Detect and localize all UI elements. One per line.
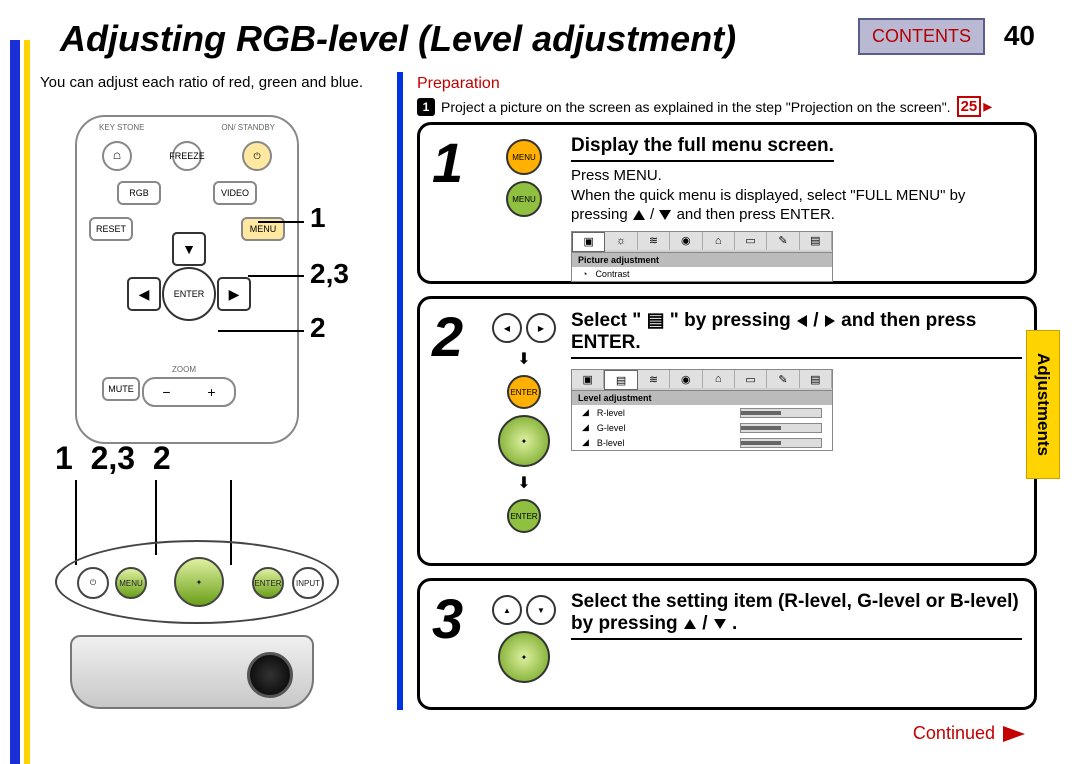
dpad-right-icon: ▶ bbox=[217, 277, 251, 311]
enter-button-icon: ENTER bbox=[507, 375, 541, 409]
oval-lbl-1: 1 bbox=[55, 440, 73, 476]
menu-button-icon: MENU bbox=[506, 139, 542, 175]
panel-btn-power: ⏻ bbox=[77, 567, 109, 599]
preparation-text: Project a picture on the screen as expla… bbox=[441, 99, 951, 115]
remote-btn-freeze: FREEZE bbox=[172, 141, 202, 171]
remote-zoom-bar: −+ bbox=[142, 377, 236, 407]
step3-title: Select the setting item (R-level, G-leve… bbox=[571, 591, 1022, 640]
oval-line-1 bbox=[75, 480, 77, 565]
osd2-active-tab: ▤ bbox=[604, 370, 637, 390]
step-1: 1 MENU MENU Display the full menu screen… bbox=[417, 122, 1037, 284]
enter-button-green-icon: ENTER bbox=[507, 499, 541, 533]
triangle-down-icon bbox=[659, 210, 671, 220]
preparation-row: 1 Project a picture on the screen as exp… bbox=[417, 96, 992, 117]
continued-indicator[interactable]: Continued bbox=[913, 723, 1025, 744]
osd-preview-2: ▣▤ ≋◉ ⌂▭✎▤ Level adjustment ◢R-level ◢G-… bbox=[571, 369, 833, 451]
osd1-header: Picture adjustment bbox=[572, 253, 832, 267]
step-number-3: 3 bbox=[432, 591, 477, 693]
remote-illustration: KEY STONE ON/ STANDBY ☖ FREEZE ⏻ RGB VID… bbox=[75, 115, 299, 444]
dpad-down-icon: ▼ bbox=[172, 232, 206, 266]
continued-label: Continued bbox=[913, 723, 995, 744]
left-stripe bbox=[10, 0, 30, 764]
osd-tab-icon: ▣ bbox=[572, 232, 605, 252]
triangle-up-icon-2 bbox=[684, 619, 696, 629]
step1-line1: Press MENU. bbox=[571, 167, 662, 184]
up-button-icon: ▲ bbox=[492, 595, 522, 625]
remote-btn-rgb: RGB bbox=[117, 181, 161, 205]
step-3: 3 ▲ ▼ ✦ Select the setting item (R-level… bbox=[417, 578, 1037, 710]
projector-illustration bbox=[70, 635, 314, 709]
osd2-row-r: R-level bbox=[597, 408, 625, 418]
pointer-line-1 bbox=[258, 221, 304, 223]
left-button-icon: ◀ bbox=[492, 313, 522, 343]
slider-icon bbox=[740, 408, 822, 418]
oval-lbl-2: 2 bbox=[153, 440, 171, 476]
pointer-lbl-2: 2 bbox=[310, 312, 326, 344]
step1-line2b: / bbox=[650, 206, 658, 223]
vertical-separator bbox=[397, 72, 403, 710]
oval-lbl-23: 2,3 bbox=[91, 440, 135, 476]
projector-top-panel: ⏻ MENU ✦ ENTER INPUT bbox=[55, 540, 339, 624]
dpad-left-icon: ◀ bbox=[127, 277, 161, 311]
slider-icon bbox=[740, 423, 822, 433]
step-2: 2 ◀ ▶ ⬇ ENTER ✦ ⬇ ENTER Select " ▤ " by … bbox=[417, 296, 1037, 566]
nav-pad-icon-2: ✦ bbox=[498, 631, 550, 683]
remote-label-zoom: ZOOM bbox=[172, 365, 196, 374]
remote-label-keystone: KEY STONE bbox=[99, 123, 145, 132]
pointer-line-2 bbox=[218, 330, 304, 332]
nav-pad-icon: ✦ bbox=[498, 415, 550, 467]
triangle-left-icon bbox=[797, 315, 807, 327]
remote-btn-mute: MUTE bbox=[102, 377, 140, 401]
contents-button[interactable]: CONTENTS bbox=[858, 18, 985, 55]
panel-nav-pad: ✦ bbox=[174, 557, 224, 607]
remote-dpad: ▲ ▼ ◀ ▶ ENTER bbox=[127, 232, 247, 352]
continued-arrow-icon bbox=[1003, 726, 1025, 742]
osd2-row-b: B-level bbox=[597, 438, 625, 448]
remote-label-standby: ON/ STANDBY bbox=[221, 123, 275, 132]
page-reference[interactable]: 25 ▸ bbox=[957, 96, 993, 117]
triangle-right-icon bbox=[825, 315, 835, 327]
menu-button-icon-green: MENU bbox=[506, 181, 542, 217]
section-tab-adjustments[interactable]: Adjustments bbox=[1026, 330, 1060, 479]
panel-btn-enter: ENTER bbox=[252, 567, 284, 599]
osd2-header: Level adjustment bbox=[572, 391, 832, 405]
osd-preview-1: ▣ ☼≋◉ ⌂▭✎▤ Picture adjustment ◔Contrast bbox=[571, 231, 833, 282]
down-arrow-icon-2: ⬇ bbox=[517, 473, 530, 493]
preparation-label: Preparation bbox=[417, 75, 500, 93]
remote-btn-keystone: ☖ bbox=[102, 141, 132, 171]
preparation-bullet: 1 bbox=[417, 98, 435, 116]
osd1-row-contrast: Contrast bbox=[595, 269, 629, 279]
right-button-icon: ▶ bbox=[526, 313, 556, 343]
projector-lens-icon bbox=[247, 652, 293, 698]
panel-btn-menu: MENU bbox=[115, 567, 147, 599]
triangle-up-icon bbox=[633, 210, 645, 220]
step1-line2c: and then press ENTER. bbox=[677, 206, 835, 223]
pointer-line-23 bbox=[248, 275, 304, 277]
page-title: Adjusting RGB-level (Level adjustment) bbox=[60, 18, 736, 60]
panel-btn-input: INPUT bbox=[292, 567, 324, 599]
step-number-2: 2 bbox=[432, 309, 477, 549]
pointer-lbl-23: 2,3 bbox=[310, 258, 349, 290]
remote-btn-standby: ⏻ bbox=[242, 141, 272, 171]
slider-icon bbox=[740, 438, 822, 448]
page-number: 40 bbox=[1004, 20, 1035, 52]
pointer-lbl-1: 1 bbox=[310, 202, 326, 234]
triangle-down-icon-2 bbox=[714, 619, 726, 629]
down-button-icon: ▼ bbox=[526, 595, 556, 625]
osd2-row-g: G-level bbox=[597, 423, 626, 433]
reference-arrow-icon: ▸ bbox=[983, 96, 992, 117]
intro-text: You can adjust each ratio of red, green … bbox=[40, 74, 363, 91]
level-icon: ▤ bbox=[647, 310, 665, 331]
dpad-enter: ENTER bbox=[162, 267, 216, 321]
down-arrow-icon: ⬇ bbox=[517, 349, 530, 369]
remote-btn-video: VIDEO bbox=[213, 181, 257, 205]
step-number-1: 1 bbox=[432, 135, 477, 267]
step1-title: Display the full menu screen. bbox=[571, 135, 834, 162]
step2-title: Select " ▤ " by pressing / and then pres… bbox=[571, 309, 1022, 359]
oval-pointer-labels: 1 2,3 2 bbox=[55, 440, 171, 477]
